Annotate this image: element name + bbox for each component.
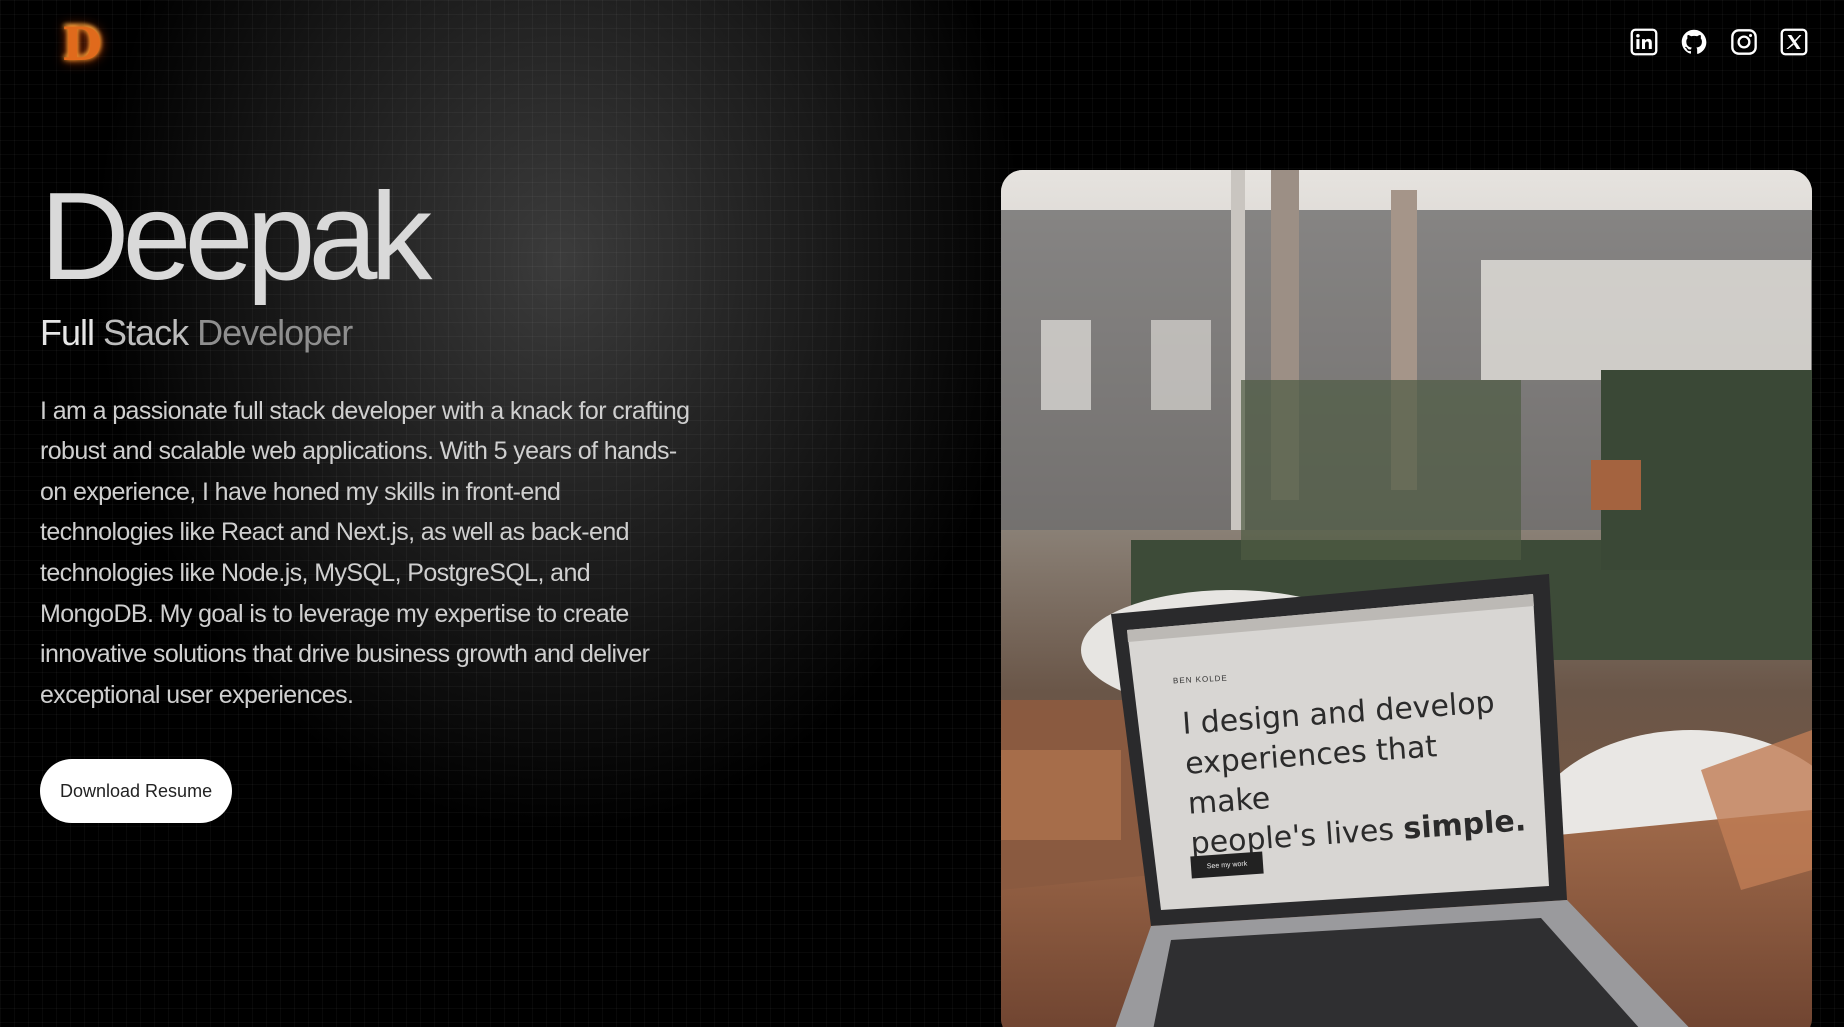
github-link[interactable] <box>1680 28 1708 56</box>
portfolio-page: D Deepak Full Stack Developer I am a pas… <box>0 0 1844 1027</box>
instagram-link[interactable] <box>1730 28 1758 56</box>
instagram-icon <box>1731 29 1757 55</box>
linkedin-icon <box>1630 28 1658 56</box>
laptop-cafe-illustration <box>1001 170 1812 1027</box>
x-link[interactable] <box>1780 28 1808 56</box>
hero-photo: BEN KOLDE I design and develop experienc… <box>1001 170 1812 1027</box>
hero-section: Deepak Full Stack Developer I am a passi… <box>40 168 690 824</box>
role-word-1: Full <box>40 312 95 353</box>
linkedin-link[interactable] <box>1630 28 1658 56</box>
screen-line-3-bold: simple. <box>1402 803 1528 847</box>
role-word-2: Stack <box>103 312 189 353</box>
screen-headline: I design and develop experiences that ma… <box>1181 681 1531 864</box>
hero-bio: I am a passionate full stack developer w… <box>40 396 690 709</box>
hero-name: Deepak <box>40 168 432 306</box>
github-icon <box>1681 29 1707 54</box>
social-links <box>1630 28 1808 56</box>
x-icon <box>1780 28 1808 56</box>
download-resume-button[interactable]: Download Resume <box>40 759 233 824</box>
hero-role: Full Stack Developer <box>40 313 690 353</box>
logo-letter: D <box>62 17 102 71</box>
role-word-3: Developer <box>197 312 353 353</box>
logo[interactable]: D <box>56 16 108 72</box>
